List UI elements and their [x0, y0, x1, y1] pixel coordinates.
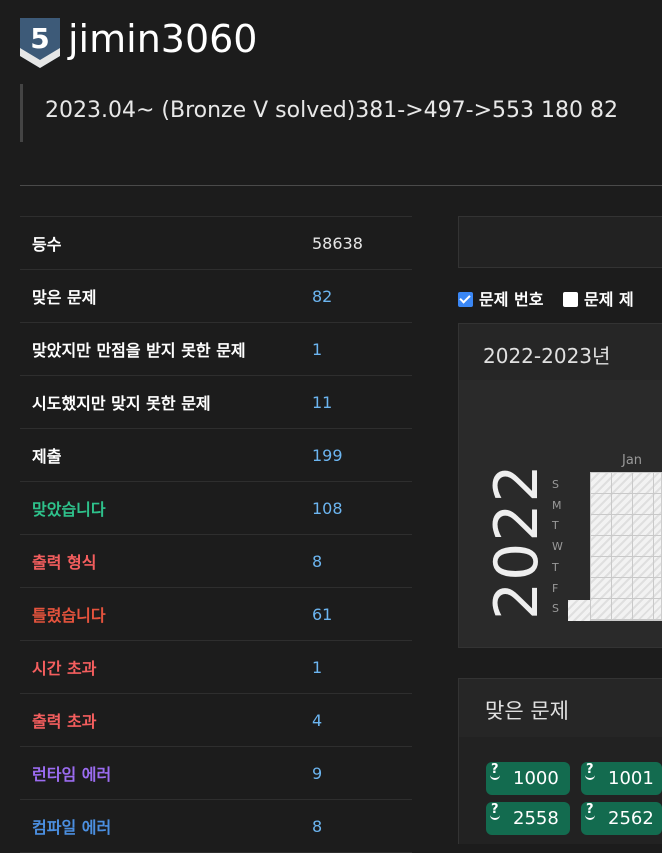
calendar-weekday: S — [552, 478, 559, 491]
show-title-label: 문제 제 — [584, 290, 634, 309]
stats-value[interactable]: 61 — [312, 587, 412, 641]
calendar-title: 2022-2023년 — [483, 344, 611, 368]
tier-number: 5 — [30, 22, 49, 55]
stats-label: 런타임 에러 — [20, 746, 312, 800]
divider — [20, 185, 662, 186]
stats-label: 시간 초과 — [20, 640, 312, 694]
calendar-weekday: F — [552, 581, 559, 595]
stats-label: 맞은 문제 — [20, 269, 312, 323]
stats-row: 시도했지만 맞지 못한 문제 11 — [20, 375, 412, 429]
stats-row: 등수 58638 — [20, 216, 412, 270]
stats-label: 출력 형식 — [20, 534, 312, 588]
calendar-month: Jan — [622, 453, 643, 468]
stats-value[interactable]: 8 — [312, 534, 412, 588]
problem-tag[interactable]: ? 1001 — [581, 762, 662, 795]
stats-row: 런타임 에러 9 — [20, 746, 412, 800]
stats-value[interactable]: 4 — [312, 693, 412, 747]
stats-value[interactable]: 1 — [312, 322, 412, 376]
stats-label: 맞았지만 만점을 받지 못한 문제 — [20, 322, 312, 376]
stats-label: 시도했지만 맞지 못한 문제 — [20, 375, 312, 429]
stats-value[interactable]: 108 — [312, 481, 412, 535]
unrated-icon: ? — [585, 762, 595, 780]
stats-label: 제출 — [20, 428, 312, 482]
tier-badge-icon: 5 — [20, 18, 60, 68]
solved-problems-title: 맞은 문제 — [485, 699, 569, 723]
problem-number: 2562 — [608, 808, 654, 829]
bio-text: 2023.04~ (Bronze V solved)381->497->553 … — [45, 98, 618, 123]
stats-label: 출력 초과 — [20, 693, 312, 747]
stats-row: 출력 초과 4 — [20, 693, 412, 747]
unrated-icon: ? — [490, 762, 500, 780]
stats-table: 등수 58638 맞은 문제 82 맞았지만 만점을 받지 못한 문제 1 시도했지만 맞지… — [20, 216, 412, 853]
show-title-checkbox[interactable] — [563, 292, 579, 307]
problem-number: 2558 — [513, 808, 559, 829]
calendar-header: 2022-2023년 — [458, 323, 662, 381]
problem-tag[interactable]: ? 1000 — [486, 762, 570, 795]
calendar-gridlines — [590, 472, 662, 621]
problem-search-box[interactable] — [458, 216, 662, 268]
stats-row: 맞은 문제 82 — [20, 269, 412, 323]
stats-label: 틀렸습니다 — [20, 587, 312, 641]
calendar-weekday: S — [552, 602, 559, 616]
stats-value[interactable]: 8 — [312, 799, 412, 853]
show-number-checkbox[interactable] — [458, 292, 473, 307]
stats-label: 맞았습니다 — [20, 481, 312, 535]
calendar-weekday: T — [552, 519, 559, 533]
stats-row: 맞았습니다 108 — [20, 481, 412, 535]
problem-tag[interactable]: ? 2562 — [581, 802, 662, 835]
stats-row: 틀렸습니다 61 — [20, 587, 412, 641]
calendar-cells-partial — [568, 600, 590, 621]
stats-value[interactable]: 82 — [312, 269, 412, 323]
problem-tag[interactable]: ? 2558 — [486, 802, 570, 835]
stats-value[interactable]: 1 — [312, 640, 412, 694]
stats-row: 시간 초과 1 — [20, 640, 412, 694]
unrated-icon: ? — [585, 802, 595, 820]
stats-value[interactable]: 199 — [312, 428, 412, 482]
stats-value[interactable]: 11 — [312, 375, 412, 429]
show-number-label: 문제 번호 — [479, 290, 544, 309]
calendar-year: 2022 — [482, 463, 552, 620]
stats-value: 58638 — [312, 216, 412, 270]
unrated-icon: ? — [490, 802, 500, 820]
username: jimin3060 — [68, 17, 258, 61]
problem-number: 1001 — [608, 768, 654, 789]
stats-label: 등수 — [20, 216, 312, 270]
stats-row: 맞았지만 만점을 받지 못한 문제 1 — [20, 322, 412, 376]
display-options: 문제 번호 문제 제 — [458, 286, 634, 310]
calendar-weekday: W — [552, 540, 563, 554]
calendar-weekday: T — [552, 560, 559, 574]
stats-row: 출력 형식 8 — [20, 534, 412, 588]
stats-label: 컴파일 에러 — [20, 799, 312, 853]
calendar-weekday: M — [552, 498, 562, 512]
stats-value[interactable]: 9 — [312, 746, 412, 800]
bio-block: 2023.04~ (Bronze V solved)381->497->553 … — [20, 84, 662, 142]
problem-number: 1000 — [513, 768, 559, 789]
stats-row: 제출 199 — [20, 428, 412, 482]
solved-problems-header: 맞은 문제 — [458, 678, 662, 738]
stats-row: 컴파일 에러 8 — [20, 799, 412, 853]
